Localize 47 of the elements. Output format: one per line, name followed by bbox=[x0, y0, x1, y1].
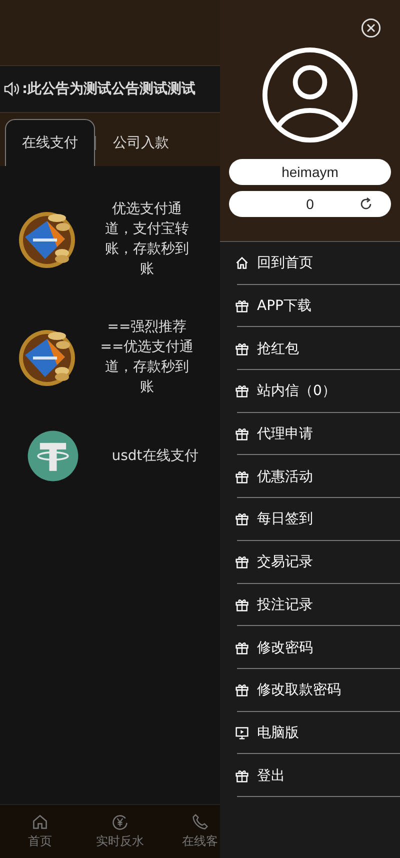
nav-item[interactable]: 首页 bbox=[0, 805, 80, 858]
gift-icon bbox=[235, 512, 249, 526]
home-icon bbox=[235, 256, 249, 270]
balance-field: 0 bbox=[229, 191, 391, 217]
menu-item[interactable]: 修改密码 bbox=[220, 626, 400, 669]
tab[interactable]: 在线支付 bbox=[5, 119, 95, 166]
gift-icon bbox=[235, 683, 249, 698]
menu-item[interactable]: 投注记录 bbox=[220, 584, 400, 626]
gift-icon bbox=[235, 555, 249, 570]
gift-icon bbox=[235, 470, 249, 484]
avatar-icon bbox=[261, 46, 359, 144]
gift-icon bbox=[235, 598, 249, 612]
username-field: heimaym bbox=[229, 159, 391, 185]
menu-item[interactable]: 回到首页 bbox=[220, 242, 400, 285]
menu-item[interactable]: 修改取款密码 bbox=[220, 668, 400, 712]
menu-item[interactable]: 交易记录 bbox=[220, 540, 400, 584]
alipay-coin-icon bbox=[17, 327, 77, 387]
speaker-icon bbox=[4, 81, 20, 97]
alipay-coin-icon bbox=[17, 209, 77, 269]
yen-coin-icon bbox=[111, 813, 129, 831]
menu-item[interactable]: APP下载 bbox=[220, 284, 400, 328]
menu-item[interactable]: 抢红包 bbox=[220, 327, 400, 370]
notice-text: :此公告为测试公告测试测试 bbox=[22, 80, 196, 98]
close-icon[interactable] bbox=[361, 18, 381, 38]
gift-icon bbox=[235, 299, 249, 314]
payment-option-label[interactable]: usdt在线支付 bbox=[107, 446, 203, 466]
refresh-icon[interactable] bbox=[359, 197, 373, 211]
payment-option-label[interactable]: ==强烈推荐==优选支付通道，存款秒到账 bbox=[99, 317, 195, 397]
menu-item[interactable]: 电脑版 bbox=[220, 712, 400, 754]
menu-item[interactable]: 每日签到 bbox=[220, 498, 400, 541]
menu-item[interactable]: 登出 bbox=[220, 754, 400, 797]
gift-icon bbox=[235, 640, 249, 655]
tab[interactable]: 公司入款 bbox=[96, 119, 186, 166]
home-icon bbox=[31, 813, 49, 831]
menu-item[interactable]: 优惠活动 bbox=[220, 455, 400, 498]
gift-icon bbox=[235, 427, 249, 442]
gift-icon bbox=[235, 384, 249, 398]
menu-item[interactable]: 站内信（0） bbox=[220, 370, 400, 413]
tether-icon bbox=[25, 428, 81, 484]
nav-item[interactable]: 实时反水 bbox=[80, 805, 160, 858]
monitor-icon bbox=[235, 726, 249, 740]
gift-icon bbox=[235, 342, 249, 356]
gift-icon bbox=[235, 768, 249, 783]
payment-option-label[interactable]: 优选支付通道，支付宝转账，存款秒到账 bbox=[99, 199, 195, 279]
menu-item[interactable]: 代理申请 bbox=[220, 412, 400, 456]
phone-icon bbox=[191, 813, 209, 831]
nav-item[interactable]: 在线客 bbox=[160, 805, 220, 858]
